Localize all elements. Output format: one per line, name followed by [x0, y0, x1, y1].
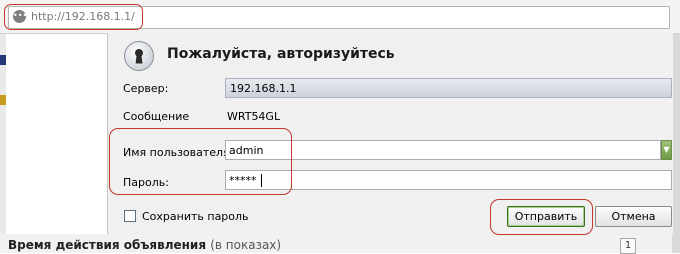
keyhole-lock-icon	[124, 41, 154, 71]
background-page-decoration	[0, 55, 6, 65]
remember-password-label[interactable]: Сохранить пароль	[142, 210, 249, 223]
url-highlight-annotation	[4, 4, 143, 30]
browser-address-bar: ••• http://192.168.1.1/	[0, 0, 680, 34]
credentials-highlight-annotation	[109, 128, 292, 195]
remember-password-checkbox[interactable]	[124, 210, 136, 222]
message-value: WRT54GL	[227, 110, 281, 123]
password-input[interactable]: *****	[225, 170, 672, 190]
background-page-text: Время действия объявления (в показах)	[8, 238, 282, 252]
server-value: 192.168.1.1	[230, 82, 297, 95]
chevron-down-icon[interactable]: ▼	[661, 140, 672, 160]
background-page-spinner[interactable]: 1	[620, 238, 636, 254]
background-page-left-strip	[0, 33, 6, 253]
cancel-button[interactable]: Отмена	[595, 206, 672, 227]
background-page-decoration	[0, 95, 6, 105]
dialog-title: Пожалуйста, авторизуйтесь	[167, 46, 395, 62]
server-label: Сервер:	[123, 82, 169, 95]
submit-highlight-annotation	[490, 199, 593, 235]
message-label: Сообщение	[123, 110, 190, 123]
server-field: 192.168.1.1	[225, 78, 672, 98]
